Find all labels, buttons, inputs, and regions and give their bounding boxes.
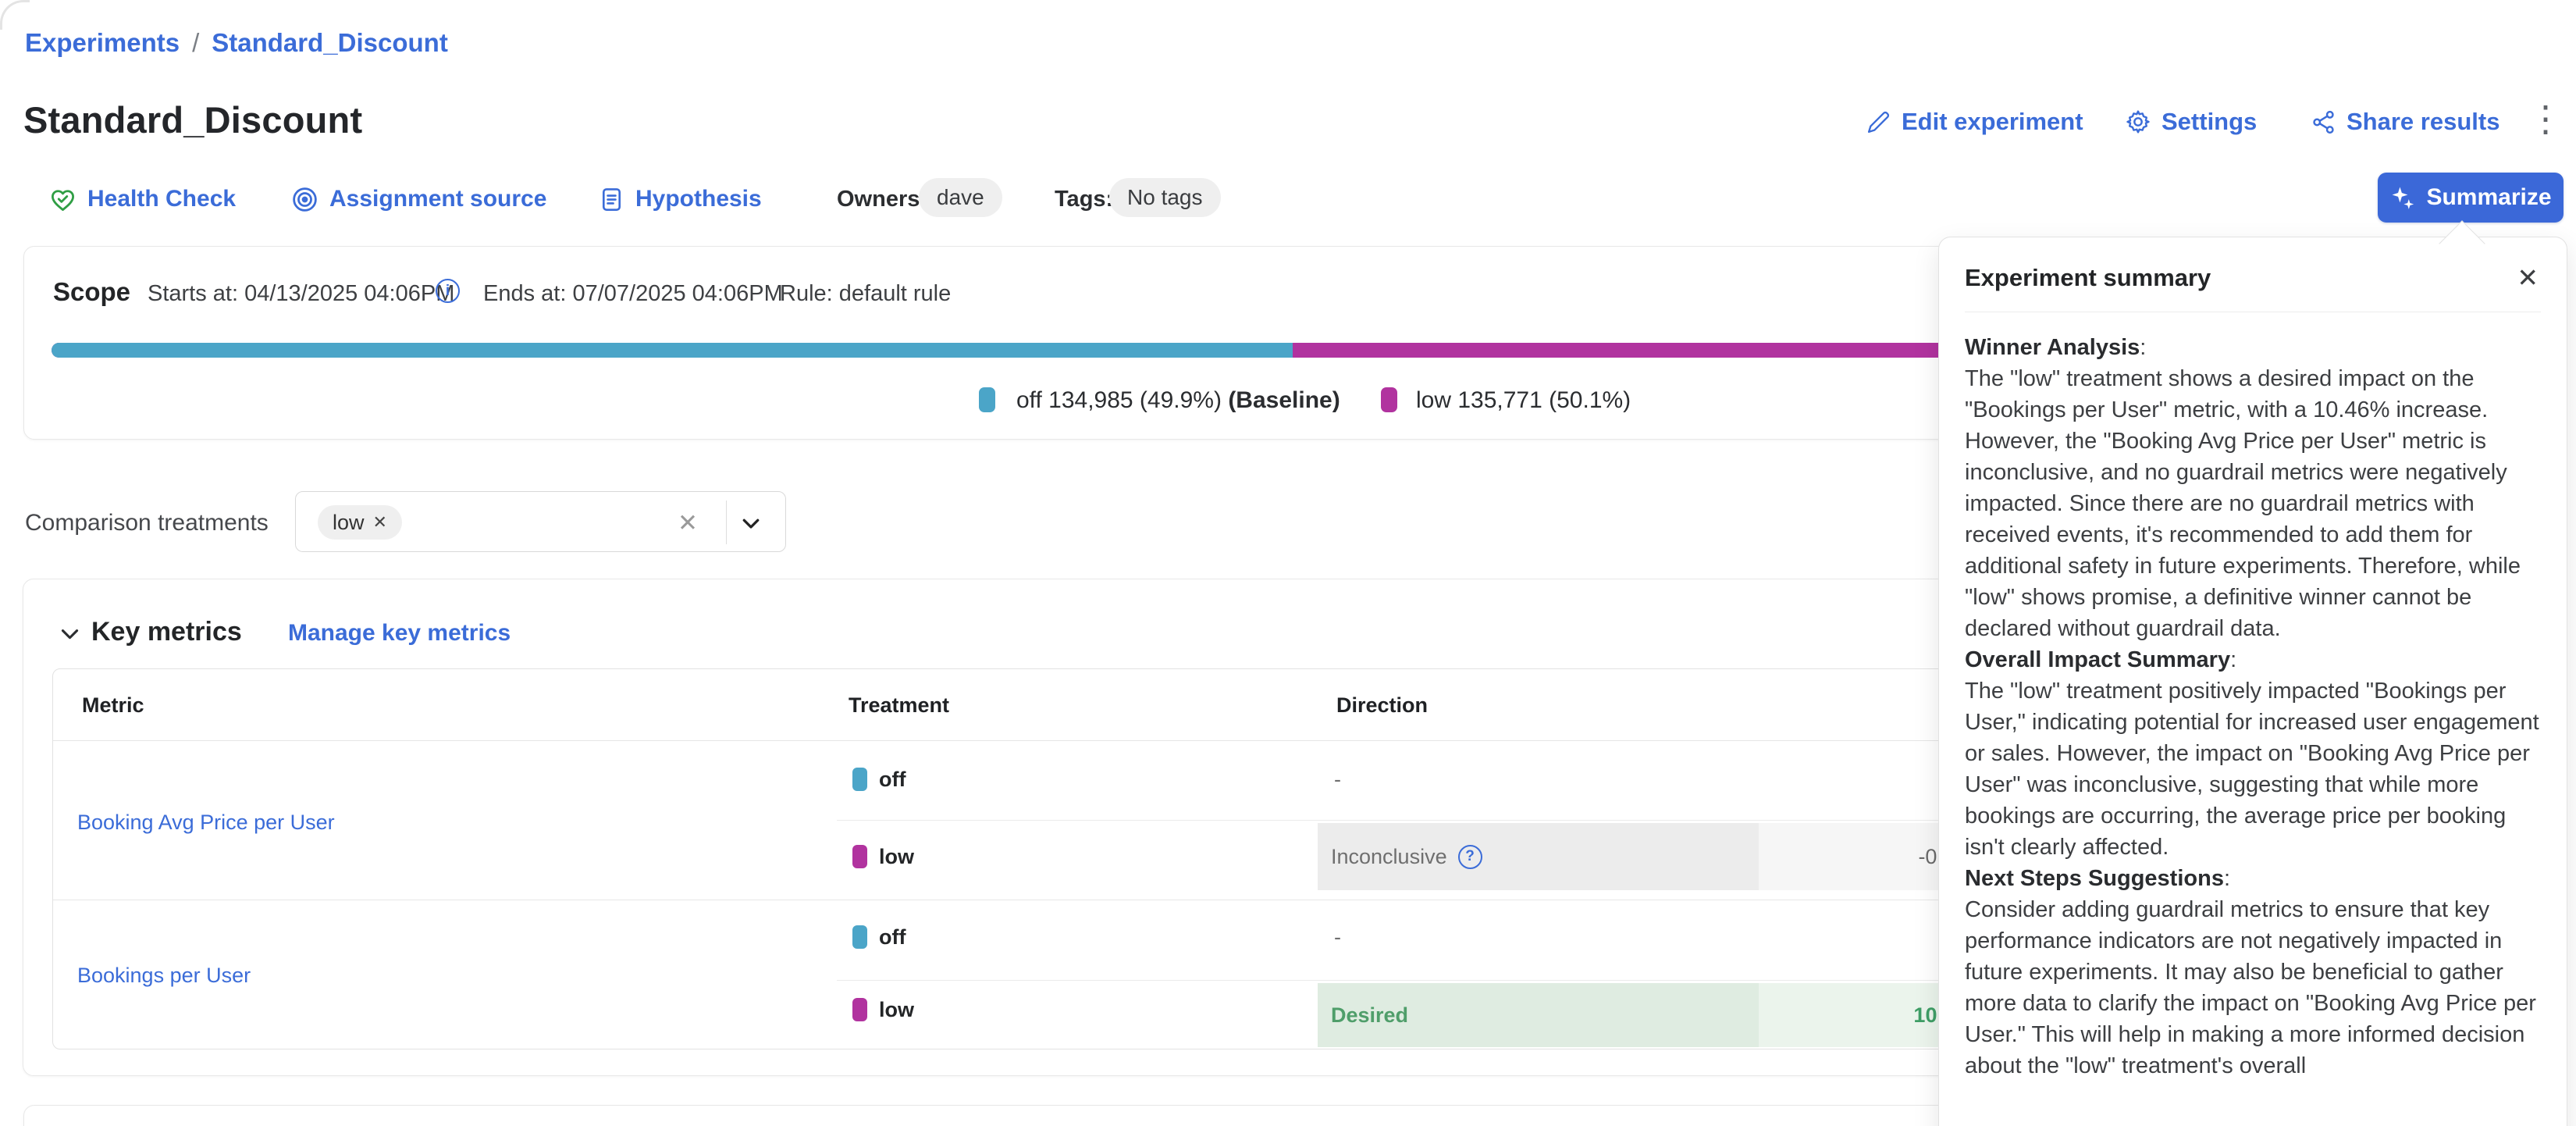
settings-button[interactable]: Settings [2125, 105, 2257, 139]
gear-icon [2125, 109, 2151, 135]
treatment-name: off [879, 926, 906, 948]
summary-section-overall-impact: Overall Impact Summary: The "low" treatm… [1965, 644, 2539, 863]
chevron-down-icon[interactable] [739, 511, 763, 535]
owner-chip: dave [919, 178, 1002, 217]
tab-health-check-label: Health Check [87, 186, 236, 212]
treatment-chip-low[interactable]: low ✕ [318, 505, 402, 540]
manage-key-metrics-link[interactable]: Manage key metrics [288, 620, 511, 647]
summarize-label: Summarize [2426, 184, 2551, 211]
scope-ends-at: Ends at: 07/07/2025 04:06PM [483, 281, 783, 307]
key-metrics-title: Key metrics [91, 617, 242, 647]
treatment-swatch-low [852, 998, 867, 1021]
more-options-kebab-icon[interactable]: ⋮ [2528, 102, 2564, 136]
select-divider [726, 501, 727, 544]
experiment-summary-panel: Experiment summary ✕ Winner Analysis: Th… [1938, 237, 2567, 1126]
page-title: Standard_Discount [23, 98, 362, 141]
edit-experiment-label: Edit experiment [1902, 108, 2083, 136]
question-icon[interactable]: ? [1458, 845, 1482, 869]
share-results-label: Share results [2347, 108, 2500, 136]
edit-experiment-button[interactable]: Edit experiment [1866, 105, 2083, 139]
legend-swatch-off [979, 387, 995, 412]
breadcrumb-separator: / [192, 28, 199, 58]
tab-assignment-source[interactable]: Assignment source [290, 180, 546, 219]
legend-low: low 135,771 (50.1%) [1416, 388, 1631, 413]
direction-cell-desired: Desired [1318, 983, 1759, 1047]
metric-link-bookings-per-user[interactable]: Bookings per User [77, 964, 251, 988]
document-icon [598, 186, 625, 213]
summary-section-next-steps: Next Steps Suggestions: Consider adding … [1965, 863, 2539, 1081]
treatment-name: off [879, 768, 906, 790]
close-icon[interactable]: ✕ [2517, 262, 2539, 293]
collapse-chevron-icon[interactable] [58, 622, 82, 646]
tab-health-check[interactable]: Health Check [48, 180, 236, 219]
legend-off: off 134,985 (49.9%) (Baseline) [1016, 388, 1340, 413]
direction-value-dash: - [1334, 926, 1341, 948]
sparkles-icon [2389, 184, 2416, 211]
treatment-swatch-off [852, 768, 867, 791]
column-header-metric: Metric [82, 693, 144, 718]
treatment-chip-label: low [333, 511, 365, 535]
summary-section-winner-analysis: Winner Analysis: The "low" treatment sho… [1965, 332, 2539, 644]
tab-hypothesis-label: Hypothesis [635, 186, 762, 212]
owners-label: Owners: [837, 187, 927, 212]
section-body: Consider adding guardrail metrics to ens… [1965, 897, 2536, 1078]
comparison-treatments-label: Comparison treatments [25, 510, 269, 536]
comparison-treatments-select[interactable]: low ✕ ✕ [295, 491, 786, 552]
treatment-swatch-low [852, 845, 867, 868]
share-icon [2311, 109, 2336, 135]
experiment-detail-page: Experiments / Standard_Discount Standard… [0, 0, 2576, 1126]
section-heading: Winner Analysis [1965, 335, 2140, 360]
pencil-icon [1866, 109, 1891, 135]
info-icon[interactable]: i [436, 279, 460, 303]
panel-title: Experiment summary [1965, 264, 2211, 292]
heart-check-icon [48, 185, 77, 214]
breadcrumb: Experiments / Standard_Discount [25, 28, 448, 58]
legend-low-text: low 135,771 (50.1%) [1416, 387, 1631, 413]
scope-starts-at: Starts at: 04/13/2025 04:06PM [148, 281, 454, 307]
section-heading: Overall Impact Summary [1965, 647, 2230, 672]
tags-chip: No tags [1109, 178, 1221, 217]
section-heading: Next Steps Suggestions [1965, 866, 2224, 891]
breadcrumb-experiments-link[interactable]: Experiments [25, 28, 180, 58]
share-results-button[interactable]: Share results [2311, 105, 2500, 139]
treatment-name: low [879, 846, 914, 868]
settings-label: Settings [2161, 108, 2257, 136]
direction-label: Inconclusive [1331, 845, 1447, 869]
treatment-name: low [879, 999, 914, 1021]
direction-value-dash: - [1334, 768, 1341, 790]
legend-swatch-low [1381, 387, 1397, 412]
allocation-segment-off [52, 343, 1293, 358]
legend-off-baseline: (Baseline) [1228, 387, 1340, 413]
section-body: The "low" treatment positively impacted … [1965, 679, 2539, 860]
scope-title: Scope [53, 277, 130, 307]
target-icon [290, 185, 319, 214]
scope-rule: Rule: default rule [780, 281, 951, 307]
column-header-direction: Direction [1336, 693, 1428, 718]
direction-label: Desired [1331, 1003, 1408, 1028]
direction-cell-inconclusive: Inconclusive ? [1318, 823, 1759, 890]
tags-label: Tags: [1055, 187, 1113, 212]
treatment-swatch-off [852, 925, 867, 949]
chip-remove-icon[interactable]: ✕ [373, 512, 387, 533]
panel-body: Winner Analysis: The "low" treatment sho… [1939, 312, 2567, 1081]
window-corner-decoration [0, 0, 30, 30]
metric-link-booking-avg-price[interactable]: Booking Avg Price per User [77, 811, 335, 835]
section-body: The "low" treatment shows a desired impa… [1965, 366, 2521, 641]
breadcrumb-current-experiment[interactable]: Standard_Discount [212, 28, 448, 58]
summarize-button[interactable]: Summarize [2378, 173, 2564, 223]
legend-off-text: off 134,985 (49.9%) [1016, 387, 1222, 413]
select-clear-icon[interactable]: ✕ [678, 509, 698, 537]
tab-assignment-source-label: Assignment source [329, 186, 546, 212]
tab-hypothesis[interactable]: Hypothesis [598, 180, 762, 219]
column-header-treatment: Treatment [849, 693, 949, 718]
